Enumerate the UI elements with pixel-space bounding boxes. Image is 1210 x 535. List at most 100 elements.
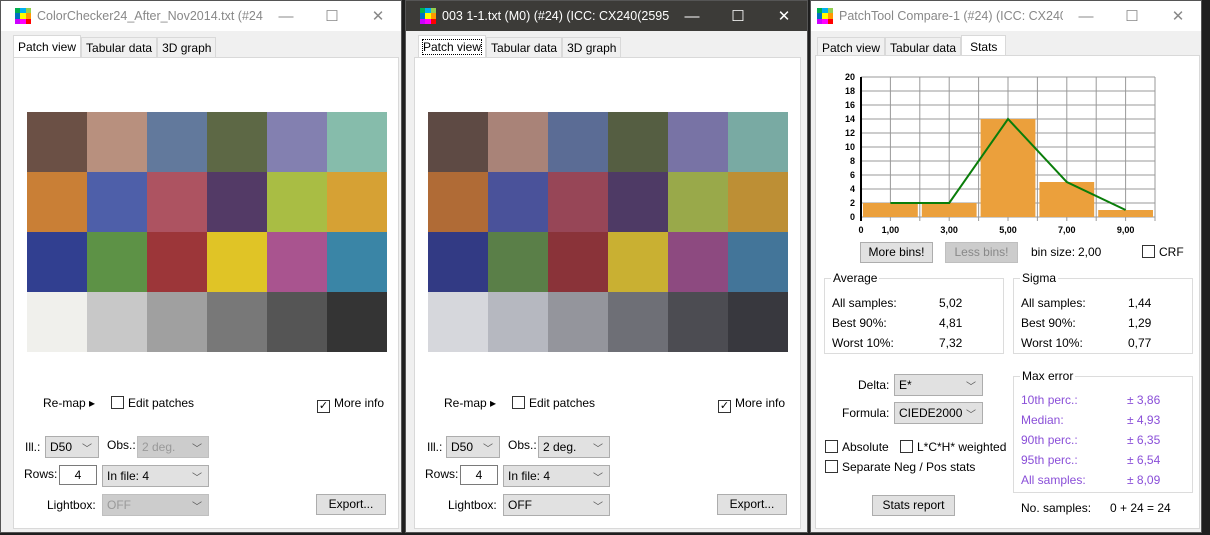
- separate-stats-checkbox[interactable]: Separate Neg / Pos stats: [825, 460, 975, 474]
- illuminant-select[interactable]: D50 ﹀: [446, 436, 500, 458]
- color-patch[interactable]: [147, 112, 207, 172]
- rows-input[interactable]: 4: [460, 465, 498, 485]
- color-patch[interactable]: [207, 112, 267, 172]
- in-file-select[interactable]: In file: 4 ﹀: [102, 465, 209, 487]
- color-patch[interactable]: [668, 292, 728, 352]
- rows-input[interactable]: 4: [59, 465, 97, 485]
- tab-patch-view[interactable]: Patch view: [418, 35, 487, 57]
- color-patch[interactable]: [27, 232, 87, 292]
- color-patch[interactable]: [488, 292, 548, 352]
- edit-patches-checkbox[interactable]: Edit patches: [111, 396, 194, 410]
- color-patch[interactable]: [267, 112, 327, 172]
- color-patch[interactable]: [207, 292, 267, 352]
- color-patch[interactable]: [207, 172, 267, 232]
- stat-value: 1,44: [1128, 296, 1152, 310]
- tab-3d-graph[interactable]: 3D graph: [562, 37, 622, 57]
- remap-button[interactable]: Re-map ▸: [444, 396, 496, 410]
- color-patch[interactable]: [87, 232, 147, 292]
- color-patch[interactable]: [428, 292, 488, 352]
- color-patch[interactable]: [728, 232, 788, 292]
- color-patch[interactable]: [608, 232, 668, 292]
- lightbox-select[interactable]: OFF ﹀: [503, 494, 610, 516]
- color-patch[interactable]: [327, 292, 387, 352]
- color-patch[interactable]: [147, 232, 207, 292]
- color-patch[interactable]: [428, 112, 488, 172]
- color-patch[interactable]: [548, 172, 608, 232]
- formula-select[interactable]: CIEDE2000 ﹀: [894, 402, 983, 424]
- color-patch[interactable]: [668, 232, 728, 292]
- color-patch[interactable]: [488, 232, 548, 292]
- tab-stats[interactable]: Stats: [961, 35, 1007, 57]
- color-patch[interactable]: [608, 172, 668, 232]
- color-patch[interactable]: [728, 112, 788, 172]
- stat-row: Worst 10%: 0,77: [1021, 333, 1192, 353]
- more-bins-button[interactable]: More bins!: [860, 242, 933, 263]
- export-button[interactable]: Export...: [316, 494, 386, 515]
- color-patch[interactable]: [428, 232, 488, 292]
- tab-tabular-data[interactable]: Tabular data: [81, 37, 158, 57]
- color-patch[interactable]: [267, 292, 327, 352]
- color-patch[interactable]: [147, 292, 207, 352]
- color-patch[interactable]: [548, 292, 608, 352]
- color-patch[interactable]: [147, 172, 207, 232]
- minimize-button[interactable]: —: [1063, 8, 1109, 25]
- color-patch[interactable]: [87, 292, 147, 352]
- tab-patch-view[interactable]: Patch view: [13, 35, 82, 57]
- minimize-button[interactable]: —: [669, 8, 715, 25]
- color-patch[interactable]: [27, 172, 87, 232]
- color-patch[interactable]: [728, 292, 788, 352]
- more-info-checkbox[interactable]: ✓ More info: [718, 396, 785, 413]
- tab-patch-view[interactable]: Patch view: [817, 37, 886, 57]
- color-patch[interactable]: [87, 172, 147, 232]
- color-patch[interactable]: [27, 292, 87, 352]
- color-patch[interactable]: [327, 172, 387, 232]
- color-patch[interactable]: [87, 112, 147, 172]
- close-button[interactable]: ✕: [1155, 7, 1201, 25]
- lightbox-select[interactable]: OFF ﹀: [102, 494, 209, 516]
- illuminant-select[interactable]: D50 ﹀: [45, 436, 99, 458]
- color-patch[interactable]: [267, 172, 327, 232]
- color-patch[interactable]: [608, 112, 668, 172]
- stat-row: All samples: 1,44: [1021, 293, 1192, 313]
- more-info-checkbox[interactable]: ✓ More info: [317, 396, 384, 413]
- color-patch[interactable]: [207, 232, 267, 292]
- observer-select[interactable]: 2 deg. ﹀: [137, 436, 209, 458]
- tab-tabular-data[interactable]: Tabular data: [885, 37, 962, 57]
- app-icon: [817, 8, 833, 24]
- color-patch[interactable]: [428, 172, 488, 232]
- color-patch[interactable]: [668, 112, 728, 172]
- crf-checkbox[interactable]: CRF: [1142, 245, 1184, 259]
- observer-select[interactable]: 2 deg. ﹀: [538, 436, 610, 458]
- maximize-button[interactable]: ☐: [309, 7, 355, 25]
- stat-label: Best 90%:: [832, 316, 887, 330]
- minimize-button[interactable]: —: [263, 8, 309, 25]
- less-bins-button[interactable]: Less bins!: [945, 242, 1018, 263]
- color-patch[interactable]: [728, 172, 788, 232]
- no-samples-value: 0 + 24 = 24: [1110, 501, 1171, 515]
- tab-tabular-data[interactable]: Tabular data: [486, 37, 563, 57]
- color-patch[interactable]: [327, 232, 387, 292]
- delta-select[interactable]: E* ﹀: [894, 374, 983, 396]
- close-button[interactable]: ✕: [355, 7, 401, 25]
- stat-row: 90th perc.: ± 6,35: [1021, 430, 1192, 450]
- color-patch[interactable]: [327, 112, 387, 172]
- color-patch[interactable]: [668, 172, 728, 232]
- edit-patches-checkbox[interactable]: Edit patches: [512, 396, 595, 410]
- stats-report-button[interactable]: Stats report: [872, 495, 955, 516]
- color-patch[interactable]: [27, 112, 87, 172]
- remap-button[interactable]: Re-map ▸: [43, 396, 95, 410]
- color-patch[interactable]: [488, 112, 548, 172]
- color-patch[interactable]: [608, 292, 668, 352]
- lch-weighted-checkbox[interactable]: L*C*H* weighted: [900, 440, 1006, 454]
- color-patch[interactable]: [548, 112, 608, 172]
- color-patch[interactable]: [548, 232, 608, 292]
- export-button[interactable]: Export...: [717, 494, 787, 515]
- in-file-select[interactable]: In file: 4 ﹀: [503, 465, 610, 487]
- tab-3d-graph[interactable]: 3D graph: [157, 37, 217, 57]
- color-patch[interactable]: [488, 172, 548, 232]
- close-button[interactable]: ✕: [761, 7, 807, 25]
- color-patch[interactable]: [267, 232, 327, 292]
- maximize-button[interactable]: ☐: [715, 7, 761, 25]
- absolute-checkbox[interactable]: Absolute: [825, 440, 889, 454]
- maximize-button[interactable]: ☐: [1109, 7, 1155, 25]
